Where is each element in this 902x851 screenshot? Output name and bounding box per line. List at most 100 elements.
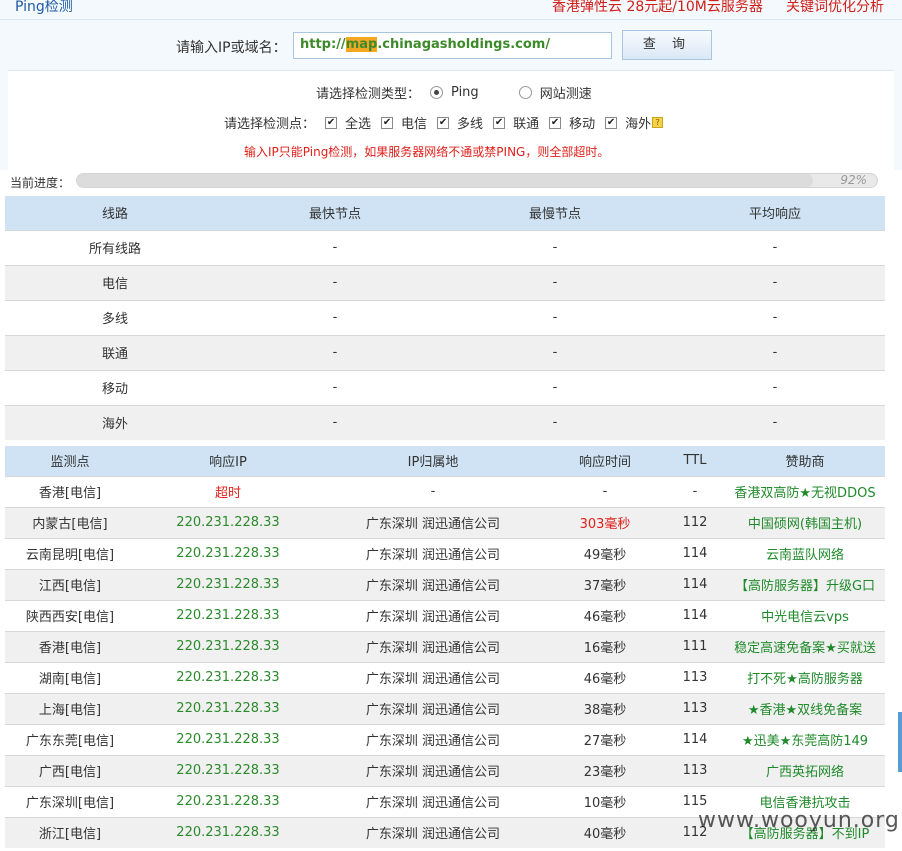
detail-header-cell: 赞助商 [725,446,885,476]
detail-cell-location: 广东深圳 润迅通信公司 [321,599,545,631]
detail-header-cell: IP归属地 [321,446,545,476]
checkbox-all[interactable]: ✔ [325,116,338,129]
detail-cell-time: 23毫秒 [545,754,665,786]
detail-cell-ttl: 113 [665,692,725,724]
summary-cell: - [665,229,885,265]
summary-cell: - [665,299,885,335]
summary-cell: - [665,334,885,370]
top-bar: Ping检测 香港弹性云 28元起/10M云服务器 关键词优化分析 [0,0,902,20]
radio-ping[interactable] [430,86,444,99]
ip-input[interactable]: http://map.chinagasholdings.com/ [293,32,612,59]
detail-cell-ip: 220.231.228.33 [135,816,321,848]
checkbox-overseas[interactable]: ✔ [605,116,618,129]
summary-cell: 海外 [5,404,225,440]
help-icon[interactable]: ? [652,117,664,128]
detail-cell-sponsor[interactable]: 打不死★高防服务器 [725,661,885,693]
summary-row: 联通 - - - [5,334,885,370]
summary-table: 线路 最快节点 最慢节点 平均响应 所有线路 - - - 电信 - - - 多线 - - - 联通 - - - 移动 -… [5,196,885,440]
summary-cell: 移动 [5,369,225,405]
detail-cell-time: 38毫秒 [545,692,665,724]
check-type-row: 请选择检测类型： Ping 网站测速 [316,83,592,102]
checkbox-multiline-label[interactable]: 多线 [457,113,483,132]
detail-cell-node: 浙江[电信] [5,816,135,848]
detail-row: 江西[电信] 220.231.228.33 广东深圳 润迅通信公司 37毫秒 114 【高… [5,568,885,600]
detail-cell-location: 广东深圳 润迅通信公司 [321,630,545,662]
summary-cell: - [225,229,445,265]
detail-cell-sponsor[interactable]: 香港双高防★无视DDOS [725,475,885,507]
detail-cell-ip: 220.231.228.33 [135,785,321,817]
progress-label: 当前进度： [10,176,71,190]
radio-speed-test-label[interactable]: 网站测速 [540,83,592,102]
detail-cell-location: 广东深圳 润迅通信公司 [321,661,545,693]
checkbox-all-label[interactable]: 全选 [345,113,371,132]
scrollbar-indicator[interactable] [898,712,902,772]
summary-row: 移动 - - - [5,369,885,405]
checkbox-unicom[interactable]: ✔ [493,116,506,129]
detail-header-cell: TTL [665,446,725,476]
detail-cell-sponsor[interactable]: 中光电信云vps [725,599,885,631]
ad-link-seo[interactable]: 关键词优化分析 [786,0,884,16]
detail-cell-sponsor[interactable]: 云南蓝队网络 [725,537,885,569]
summary-cell: - [665,264,885,300]
checkbox-unicom-label[interactable]: 联通 [513,113,539,132]
detail-table: 监测点 响应IP IP归属地 响应时间 TTL 赞助商 香港[电信] 超时 - - - 香港双高防★… [5,446,885,848]
summary-cell: - [225,404,445,440]
detail-cell-sponsor[interactable]: 中国硕网(韩国主机) [725,506,885,538]
detail-cell-location: 广东深圳 润迅通信公司 [321,506,545,538]
detail-cell-ip: 220.231.228.33 [135,506,321,538]
detail-row: 湖南[电信] 220.231.228.33 广东深圳 润迅通信公司 46毫秒 113 打不… [5,661,885,693]
detail-cell-sponsor[interactable]: ★香港★双线免备案 [725,692,885,724]
detail-cell-time: 49毫秒 [545,537,665,569]
detail-cell-ttl: 114 [665,568,725,600]
summary-row: 电信 - - - [5,264,885,300]
summary-cell: - [445,334,665,370]
checkbox-telecom-label[interactable]: 电信 [401,113,427,132]
summary-cell: 联通 [5,334,225,370]
summary-cell: - [225,334,445,370]
summary-cell: 所有线路 [5,229,225,265]
detail-cell-node: 上海[电信] [5,692,135,724]
detail-row: 香港[电信] 超时 - - - 香港双高防★无视DDOS [5,475,885,507]
detail-cell-ip: 220.231.228.33 [135,692,321,724]
checkbox-telecom[interactable]: ✔ [381,116,394,129]
checkbox-mobile-label[interactable]: 移动 [569,113,595,132]
check-type-label: 请选择检测类型： [316,87,421,102]
query-button[interactable]: 查 询 [622,30,712,60]
detail-cell-node: 香港[电信] [5,630,135,662]
page-title[interactable]: Ping检测 [15,0,73,16]
check-node-label: 请选择检测点： [224,117,316,132]
checkbox-mobile[interactable]: ✔ [549,116,562,129]
detail-cell-node: 江西[电信] [5,568,135,600]
detail-cell-time: 16毫秒 [545,630,665,662]
summary-cell: - [445,264,665,300]
ip-value-prefix: http:// [300,37,346,52]
detail-row: 陕西西安[电信] 220.231.228.33 广东深圳 润迅通信公司 46毫秒 114… [5,599,885,631]
detail-cell-location: 广东深圳 润迅通信公司 [321,754,545,786]
detail-cell-location: 广东深圳 润迅通信公司 [321,723,545,755]
summary-cell: - [445,299,665,335]
summary-row: 海外 - - - [5,404,885,440]
radio-speed-test[interactable] [518,86,532,99]
detail-cell-time: 27毫秒 [545,723,665,755]
progress-bar: 92% [76,173,878,188]
detail-cell-sponsor[interactable]: ★迅美★东莞高防149 [725,723,885,755]
checkbox-multiline[interactable]: ✔ [437,116,450,129]
detail-cell-location: - [321,475,545,507]
summary-cell: - [225,299,445,335]
detail-cell-ttl: 113 [665,661,725,693]
progress-fill [77,174,813,187]
detail-cell-sponsor[interactable]: 【高防服务器】升级G口 [725,568,885,600]
summary-header-cell: 线路 [5,196,225,230]
detail-cell-time: 40毫秒 [545,816,665,848]
detail-cell-ip: 220.231.228.33 [135,754,321,786]
detail-cell-ttl: 111 [665,630,725,662]
radio-ping-label[interactable]: Ping [451,85,479,100]
checkbox-overseas-label[interactable]: 海外 [625,113,651,132]
detail-cell-sponsor[interactable]: 广西英拓网络 [725,754,885,786]
summary-row: 多线 - - - [5,299,885,335]
ad-link-cloud[interactable]: 香港弹性云 28元起/10M云服务器 [552,0,763,16]
detail-cell-ip: 220.231.228.33 [135,723,321,755]
progress-percent: 92% [840,173,867,187]
detail-cell-sponsor[interactable]: 稳定高速免备案★买就送 [725,630,885,662]
summary-cell: - [445,369,665,405]
